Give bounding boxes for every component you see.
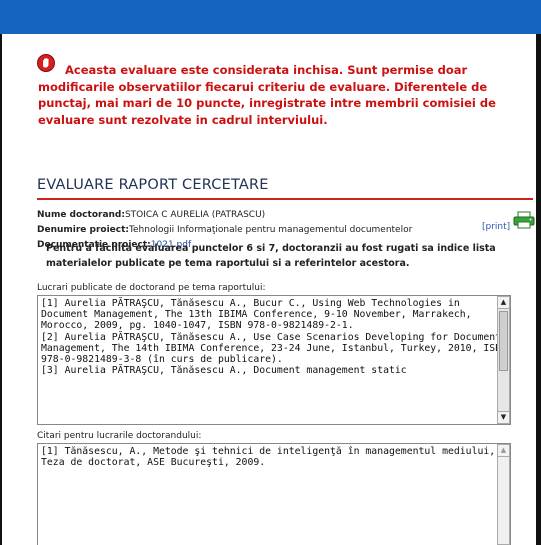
citations-scrollbar[interactable]: ▲ xyxy=(497,444,510,545)
project-row: Denumire proiect:Tehnologii Informaţiona… xyxy=(37,225,412,235)
right-frame-border xyxy=(536,34,541,545)
project-value: Tehnologii Informaţionale pentru managem… xyxy=(129,225,413,235)
left-frame-border xyxy=(0,34,2,545)
scroll-down-arrow-icon[interactable]: ▼ xyxy=(498,411,509,423)
project-label: Denumire proiect: xyxy=(37,225,130,235)
warning-text: Aceasta evaluare este considerata inchis… xyxy=(38,63,496,127)
citations-label: Citari pentru lucrarile doctorandului: xyxy=(37,431,202,441)
top-bar xyxy=(0,0,541,34)
doctorand-row: Nume doctorand:STOICA C AURELIA (PATRASC… xyxy=(37,210,265,220)
publications-textarea[interactable]: [1] Aurelia PĂTRAŞCU, Tănăsescu A., Bucu… xyxy=(37,295,511,425)
title-divider xyxy=(37,198,533,200)
publications-label: Lucrari publicate de doctorand pe tema r… xyxy=(37,283,266,293)
publications-scrollbar[interactable]: ▲ ▼ xyxy=(497,296,510,424)
citations-textarea[interactable]: [1] Tănăsescu, A., Metode şi tehnici de … xyxy=(37,443,511,545)
print-link[interactable]: [print] xyxy=(482,222,510,232)
doctorand-label: Nume doctorand: xyxy=(37,210,125,220)
scroll-up-arrow-icon[interactable]: ▲ xyxy=(498,445,509,457)
closed-evaluation-warning: Aceasta evaluare este considerata inchis… xyxy=(38,62,536,128)
scroll-up-arrow-icon[interactable]: ▲ xyxy=(498,297,509,309)
scroll-thumb[interactable] xyxy=(499,311,508,371)
printer-icon[interactable] xyxy=(513,211,535,229)
page-title: EVALUARE RAPORT CERCETARE xyxy=(37,177,269,193)
doctorand-value: STOICA C AURELIA (PATRASCU) xyxy=(124,210,266,220)
evaluation-note: Pentru a facilita evaluarea punctelor 6 … xyxy=(46,243,496,269)
